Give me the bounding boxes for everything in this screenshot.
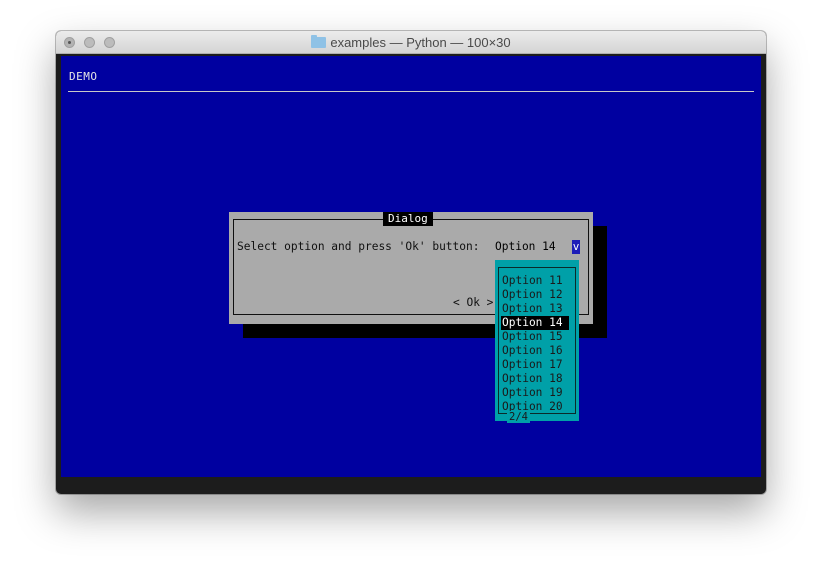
dropdown-page-indicator: 2/4 [507, 411, 530, 423]
dropdown-item[interactable]: Option 13 [501, 302, 569, 316]
title-divider [68, 91, 754, 92]
folder-icon [311, 35, 327, 48]
dropdown-item[interactable]: Option 12 [501, 288, 569, 302]
dropdown-item[interactable]: Option 19 [501, 386, 569, 400]
window-title: examples — Python — 100×30 [56, 31, 766, 54]
window-titlebar[interactable]: examples — Python — 100×30 [56, 31, 766, 54]
option-dropdown: Option 11 Option 12 Option 13 Option 14 … [495, 260, 579, 423]
option-select[interactable]: Option 14 [495, 240, 556, 254]
window-title-text: examples — Python — 100×30 [330, 35, 511, 50]
app-title: DEMO [69, 70, 98, 83]
dialog-title: Dialog [383, 212, 433, 226]
ok-button[interactable]: < Ok > [453, 296, 493, 310]
dropdown-list: Option 11 Option 12 Option 13 Option 14 … [501, 274, 569, 414]
dropdown-item[interactable]: Option 11 [501, 274, 569, 288]
chevron-down-icon[interactable]: v [572, 240, 580, 254]
dropdown-item[interactable]: Option 16 [501, 344, 569, 358]
dropdown-item[interactable]: Option 18 [501, 372, 569, 386]
dropdown-item[interactable]: Option 15 [501, 330, 569, 344]
dropdown-item[interactable]: Option 17 [501, 358, 569, 372]
dialog-prompt: Select option and press 'Ok' button: [237, 240, 480, 253]
terminal-window: examples — Python — 100×30 DEMO Dialog S… [56, 31, 766, 494]
terminal-screen: DEMO Dialog Select option and press 'Ok'… [61, 56, 761, 477]
dropdown-item[interactable]: Option 14 [501, 316, 569, 330]
